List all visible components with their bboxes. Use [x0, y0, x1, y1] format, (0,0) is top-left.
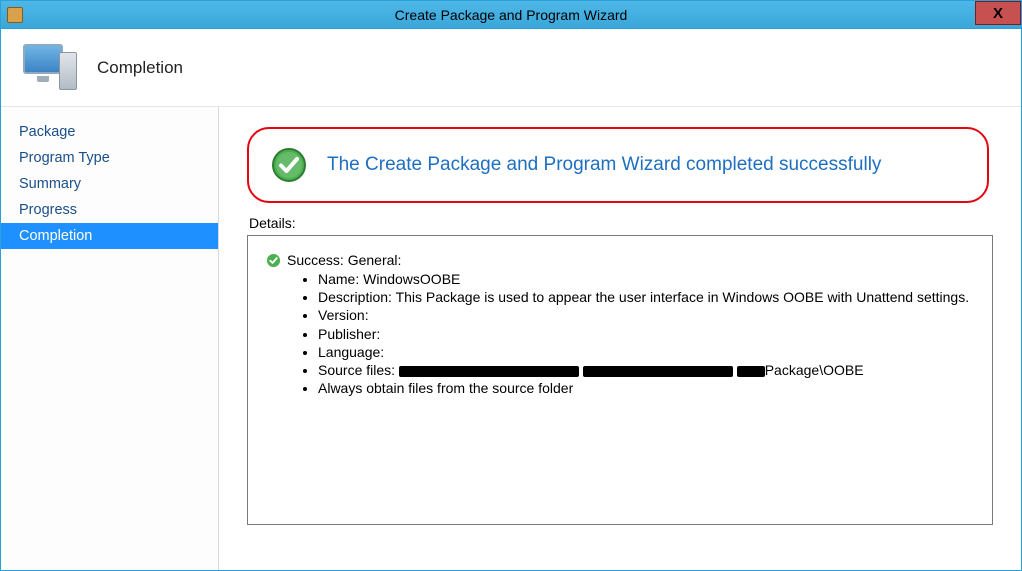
- detail-description: Description: This Package is used to app…: [318, 288, 974, 306]
- sidebar-item-completion[interactable]: Completion: [1, 223, 218, 249]
- detail-publisher: Publisher:: [318, 325, 974, 343]
- wizard-steps-sidebar: Package Program Type Summary Progress Co…: [1, 107, 219, 570]
- success-message: The Create Package and Program Wizard co…: [327, 154, 881, 176]
- page-title: Completion: [97, 58, 183, 78]
- redacted-text: [399, 366, 579, 377]
- titlebar: Create Package and Program Wizard X: [1, 1, 1021, 29]
- small-check-icon: [266, 253, 281, 268]
- detail-language: Language:: [318, 343, 974, 361]
- detail-version: Version:: [318, 306, 974, 324]
- app-icon: [7, 7, 23, 23]
- details-box[interactable]: Success: General: Name: WindowsOOBE Desc…: [247, 235, 993, 525]
- redacted-text: [737, 366, 765, 377]
- computer-icon: [23, 44, 77, 92]
- sidebar-item-program-type[interactable]: Program Type: [1, 145, 218, 171]
- sidebar-item-summary[interactable]: Summary: [1, 171, 218, 197]
- detail-always-obtain: Always obtain files from the source fold…: [318, 379, 974, 397]
- detail-name: Name: WindowsOOBE: [318, 270, 974, 288]
- wizard-header: Completion: [1, 29, 1021, 107]
- detail-header-row: Success: General:: [266, 252, 974, 268]
- sidebar-item-package[interactable]: Package: [1, 119, 218, 145]
- close-icon: X: [993, 5, 1003, 22]
- redacted-text: [583, 366, 733, 377]
- details-label: Details:: [249, 215, 993, 231]
- detail-source-files: Source files: Package\OOBE: [318, 361, 974, 379]
- wizard-content: The Create Package and Program Wizard co…: [219, 107, 1021, 570]
- detail-header-text: Success: General:: [287, 252, 401, 268]
- window-title: Create Package and Program Wizard: [395, 7, 628, 23]
- wizard-body: Package Program Type Summary Progress Co…: [1, 107, 1021, 570]
- wizard-window: Create Package and Program Wizard X Comp…: [0, 0, 1022, 571]
- detail-list: Name: WindowsOOBE Description: This Pack…: [266, 270, 974, 397]
- sidebar-item-progress[interactable]: Progress: [1, 197, 218, 223]
- success-callout: The Create Package and Program Wizard co…: [247, 127, 989, 203]
- close-button[interactable]: X: [975, 1, 1021, 25]
- check-circle-icon: [271, 147, 307, 183]
